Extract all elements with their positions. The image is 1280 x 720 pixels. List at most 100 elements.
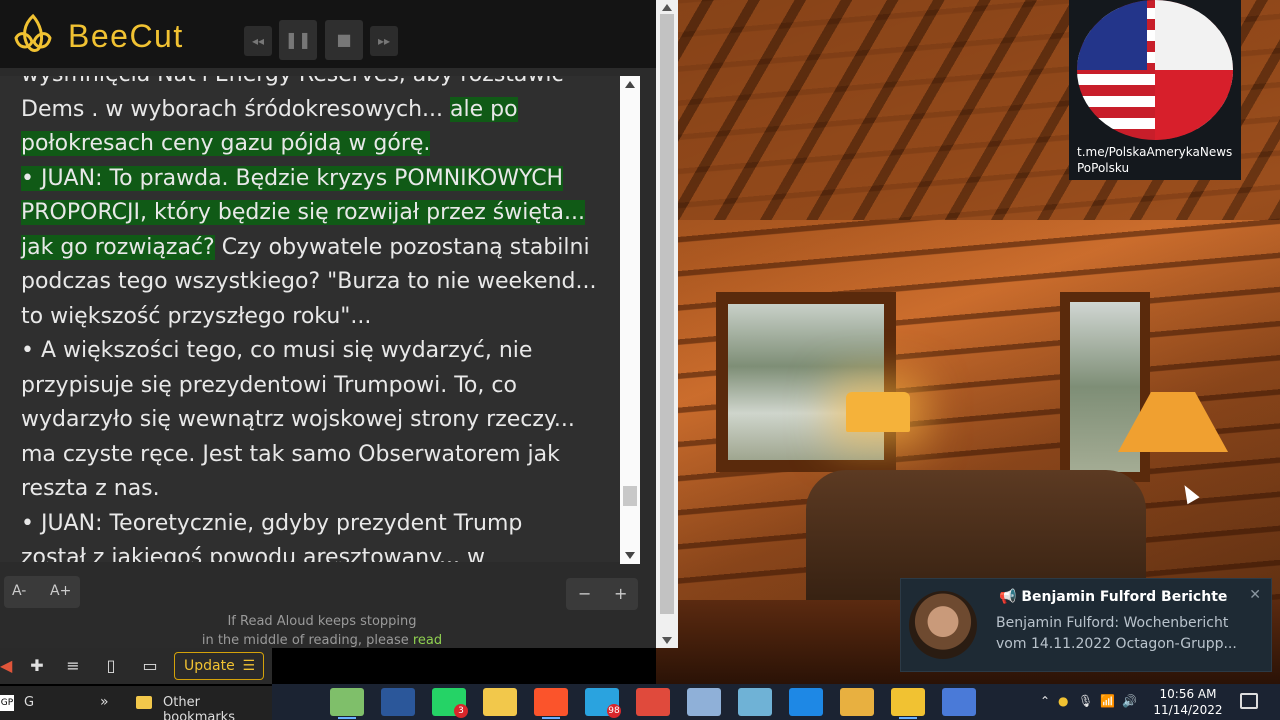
highlighted-text: połokresach ceny gazu pójdą w górę.: [21, 131, 431, 156]
next-button[interactable]: ▸▸: [370, 26, 398, 56]
help-read-link[interactable]: read: [413, 633, 442, 648]
update-button[interactable]: Update ☰: [174, 652, 264, 680]
sender-avatar: [909, 591, 977, 659]
bee-logo-icon: [14, 13, 52, 52]
update-label: Update: [184, 658, 235, 674]
microphone-icon[interactable]: 🎙: [1078, 694, 1093, 708]
reading-text: wyśmnięcia Nat'l Energy Reserves, aby ro…: [21, 76, 611, 562]
text-line: podczas tego wszystkiego? "Burza to nie …: [21, 265, 611, 300]
read-aloud-panel: BeeCut ◂◂ ❚❚ ■ ▸▸ wyśmnięcia Nat'l Energ…: [0, 0, 678, 648]
text-segment: Dems . w wyborach śródokresowych...: [21, 96, 451, 122]
pause-button[interactable]: ❚❚: [279, 20, 317, 60]
notification-title-text: Benjamin Fulford Berichte: [1021, 589, 1228, 605]
other-bookmarks-link[interactable]: Other bookmarks: [163, 695, 272, 720]
scroll-down-arrow-icon[interactable]: [625, 552, 635, 559]
text-line: ma czyste ręce. Jest tak samo Obserwator…: [21, 438, 611, 473]
brave-icon[interactable]: [534, 688, 568, 719]
telegram-icon[interactable]: 98: [585, 688, 621, 718]
video-icon[interactable]: [789, 688, 823, 716]
panel-scroll-up-icon[interactable]: [662, 4, 672, 11]
photos-icon[interactable]: [330, 688, 364, 719]
beecut-icon[interactable]: [891, 688, 925, 719]
close-icon[interactable]: ✕: [1249, 587, 1261, 603]
reading-text-area[interactable]: wyśmnięcia Nat'l Energy Reserves, aby ro…: [0, 76, 640, 562]
chrome-app-icon[interactable]: [942, 688, 976, 716]
system-clock[interactable]: 10:56 AM 11/14/2022: [1142, 686, 1234, 718]
bookmark-gp-icon[interactable]: GP: [0, 695, 14, 711]
tray-chevron-icon[interactable]: ⌃: [1040, 694, 1050, 708]
folder-icon: [136, 696, 152, 709]
notification-center-icon[interactable]: [1240, 693, 1258, 709]
windows-taskbar: 3 98 ⌃ ● 🎙 📶 🔊 10:56 AM 11/14/2022: [272, 684, 1280, 720]
highlighted-text: ale po: [450, 96, 518, 122]
previous-button[interactable]: ◂◂: [244, 26, 272, 56]
scroll-up-arrow-icon[interactable]: [625, 81, 635, 88]
notification-toast[interactable]: 📢 Benjamin Fulford Berichte Benjamin Ful…: [900, 578, 1272, 672]
volume-icon[interactable]: 🔊: [1122, 694, 1137, 708]
text-line: został z jakiegoś powodu aresztowany... …: [21, 541, 611, 562]
sidebar-icon[interactable]: ▯: [101, 656, 121, 676]
text-segment: • JUAN: Teoretycznie, gdyby prezydent Tr…: [21, 510, 523, 536]
extensions-icon[interactable]: ✚: [27, 656, 47, 676]
text-line: • JUAN: Teoretycznie, gdyby prezydent Tr…: [21, 507, 611, 542]
megaphone-icon: 📢: [999, 589, 1017, 605]
editor-icon[interactable]: [738, 688, 772, 716]
whatsapp-icon[interactable]: 3: [432, 688, 468, 718]
text-line: przypisuje się prezydentowi Trumpowi. To…: [21, 369, 611, 404]
panel-scroll-thumb[interactable]: [660, 14, 674, 614]
help-note-line1: If Read Aloud keeps stopping: [227, 614, 417, 629]
bookmark-g[interactable]: G: [24, 695, 34, 710]
highlighted-text: • JUAN: To prawda. Będzie kryzys POMNIKO…: [21, 165, 564, 191]
text-segment: wydarzyło się wewnątrz wojskowej strony …: [21, 407, 575, 432]
text-segment: • A większości tego, co musi się wydarzy…: [21, 338, 533, 363]
text-line: • A większości tego, co musi się wydarzy…: [21, 334, 611, 369]
us-poland-flag-icon: [1077, 0, 1233, 140]
text-scrollbar[interactable]: [620, 76, 640, 564]
notification-body: Benjamin Fulford: Wochenbericht vom 14.1…: [996, 615, 1237, 652]
more-bookmarks-chevron-icon[interactable]: »: [100, 694, 109, 710]
text-segment: wyśmnięcia Nat'l Energy Reserves, aby ro…: [21, 76, 564, 87]
file-explorer-icon[interactable]: [483, 688, 517, 716]
speaker-icon[interactable]: ◀: [0, 656, 12, 676]
text-line: PROPORCJI, który będzie się rozwijał prz…: [21, 196, 611, 231]
font-size-controls: A- A+: [4, 576, 80, 608]
cabin-window-right: [1060, 292, 1150, 482]
zoom-controls: − +: [566, 578, 638, 610]
highlighted-text: jak go rozwiązać?: [21, 234, 215, 260]
cabin-window-left: [716, 292, 896, 472]
text-segment: reszta z nas.: [21, 476, 160, 501]
scroll-thumb[interactable]: [623, 486, 637, 506]
text-segment: to większość przyszłego roku"...: [21, 303, 372, 329]
text-segment: przypisuje się prezydentowi Trumpowi. To…: [21, 372, 517, 398]
text-line: to większość przyszłego roku"...: [21, 300, 611, 335]
tray-app-icon[interactable]: ●: [1058, 694, 1068, 708]
panel-scroll-down-icon[interactable]: [662, 637, 672, 644]
highlighted-text: PROPORCJI, który będzie się rozwijał prz…: [21, 200, 585, 225]
stop-button[interactable]: ■: [325, 20, 363, 60]
text-segment: Czy obywatele pozostaną stabilni: [214, 234, 590, 260]
badge-count: 3: [454, 704, 468, 718]
clock-time: 10:56 AM: [1159, 687, 1217, 701]
help-note-line2: in the middle of reading, please: [201, 633, 409, 648]
app-red-icon[interactable]: [636, 688, 670, 716]
text-segment: został z jakiegoś powodu aresztowany... …: [21, 545, 485, 562]
zoom-out-button[interactable]: −: [578, 584, 591, 603]
help-note: If Read Aloud keeps stopping in the midd…: [180, 612, 464, 650]
poland-flag-half: [1155, 0, 1233, 140]
font-decrease-button[interactable]: A-: [12, 583, 26, 599]
wifi-icon[interactable]: 📶: [1100, 694, 1115, 708]
paint-icon[interactable]: [840, 688, 874, 716]
notification-title: 📢 Benjamin Fulford Berichte: [999, 589, 1227, 605]
notepad-icon[interactable]: [687, 688, 721, 716]
wallet-icon[interactable]: ▭: [140, 656, 160, 676]
font-increase-button[interactable]: A+: [50, 583, 71, 599]
panel-scrollbar[interactable]: [656, 0, 678, 648]
text-line: wyśmnięcia Nat'l Energy Reserves, aby ro…: [21, 76, 611, 93]
word-icon[interactable]: [381, 688, 415, 716]
text-line: • JUAN: To prawda. Będzie kryzys POMNIKO…: [21, 162, 611, 197]
text-line: reszta z nas.: [21, 472, 611, 507]
text-segment: ma czyste ręce. Jest tak samo Obserwator…: [21, 441, 560, 467]
channel-badge: t.me/PolskaAmerykaNewsPoPolsku: [1069, 0, 1241, 180]
zoom-in-button[interactable]: +: [614, 584, 627, 603]
reading-list-icon[interactable]: ≡: [63, 656, 83, 676]
